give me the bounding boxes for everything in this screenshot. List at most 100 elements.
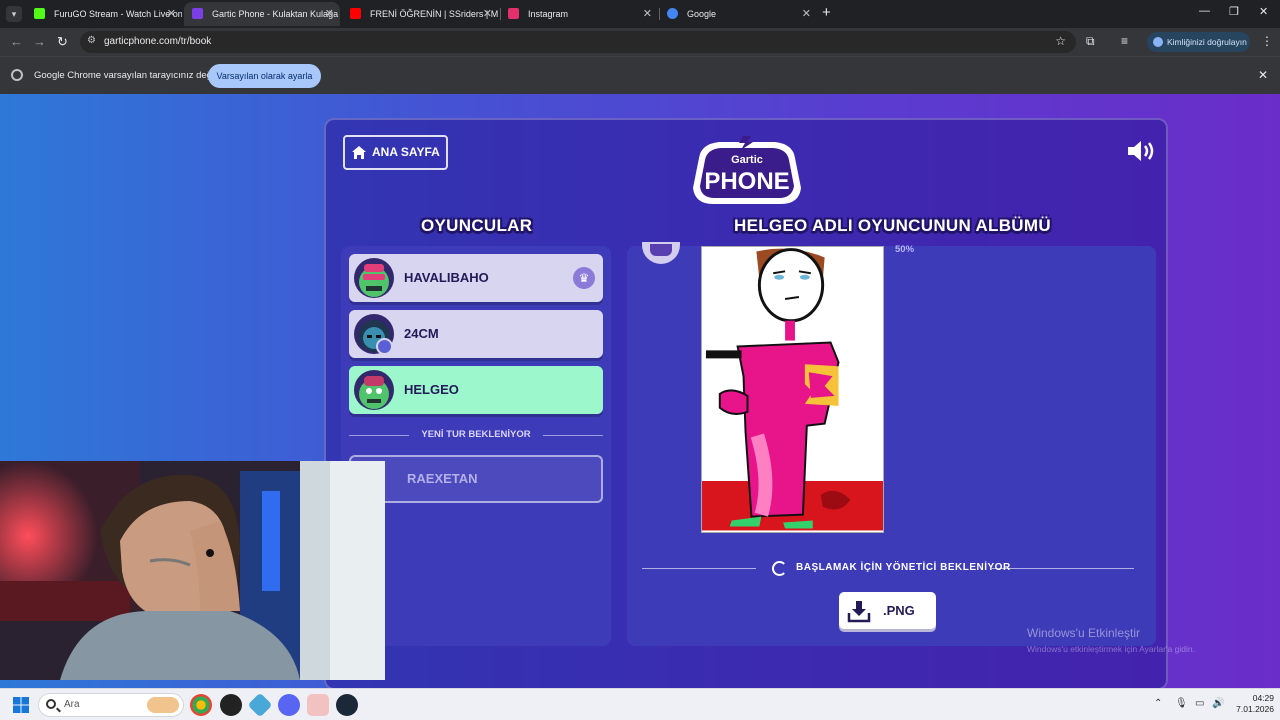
chrome-menu-icon[interactable]: ⋮ bbox=[1261, 34, 1273, 48]
tab-title: Gartic Phone - Kulaktan Kulağa bbox=[212, 9, 339, 19]
speaker-icon[interactable] bbox=[1126, 139, 1158, 163]
youtube-favicon-icon bbox=[350, 8, 361, 19]
microphone-icon[interactable]: 🎙 bbox=[1175, 698, 1188, 709]
player-card-host[interactable]: HAVALIBAHO ♛ bbox=[349, 254, 603, 302]
reading-list-icon[interactable]: ≡ bbox=[1121, 34, 1128, 48]
minimize-window-icon[interactable]: — bbox=[1199, 5, 1210, 17]
start-status-text: BAŞLAMAK İÇİN YÖNETİCİ BEKLENİYOR bbox=[796, 562, 1011, 573]
close-tab-icon[interactable]: ✕ bbox=[802, 2, 811, 26]
windows-activation-subtitle: Windows'u etkinleştirmek için Ayarlar'a … bbox=[1027, 644, 1195, 654]
download-png-button[interactable]: .PNG bbox=[839, 592, 936, 629]
url-text: garticphone.com/tr/book bbox=[104, 36, 212, 47]
active-app-taskbar-icon[interactable] bbox=[307, 694, 329, 716]
close-tab-icon[interactable]: ✕ bbox=[167, 2, 176, 26]
extensions-icon[interactable]: ⧉ bbox=[1086, 34, 1095, 49]
tab-title: Google bbox=[687, 9, 717, 19]
divider-line bbox=[543, 435, 603, 436]
chrome-taskbar-icon[interactable] bbox=[190, 694, 212, 716]
divider-line bbox=[642, 568, 756, 569]
tab-youtube[interactable]: FRENİ ÖĞRENİN | SSriders | Me ✕ bbox=[342, 2, 498, 26]
address-bar[interactable]: ⚙ garticphone.com/tr/book ☆ bbox=[80, 31, 1076, 53]
google-favicon-icon bbox=[667, 8, 678, 19]
album-drawing bbox=[701, 246, 884, 533]
browser-toolbar: ← → ↻ ⚙ garticphone.com/tr/book ☆ ⧉ ≡ Ki… bbox=[0, 28, 1280, 56]
restore-window-icon[interactable]: ❐ bbox=[1229, 5, 1239, 18]
windows-start-icon[interactable] bbox=[13, 697, 29, 713]
player-name: HAVALIBAHO bbox=[404, 270, 489, 285]
tab-instagram[interactable]: Instagram ✕ bbox=[500, 2, 658, 26]
home-button[interactable]: ANA SAYFA bbox=[343, 135, 448, 170]
crown-icon: ♛ bbox=[573, 267, 595, 289]
network-icon[interactable]: ▭ bbox=[1195, 698, 1204, 709]
player-card-self[interactable]: HELGEO bbox=[349, 366, 603, 414]
spectator-badge-icon bbox=[376, 338, 393, 355]
loading-spinner-icon bbox=[772, 561, 787, 576]
divider-line bbox=[992, 568, 1134, 569]
profile-icon bbox=[1153, 37, 1163, 47]
tab-furugo[interactable]: FuruGO Stream - Watch Live on ✕ bbox=[26, 2, 182, 26]
kick-favicon-icon bbox=[34, 8, 45, 19]
instagram-favicon-icon bbox=[508, 8, 519, 19]
verify-identity-button[interactable]: Kimliğinizi doğrulayın bbox=[1147, 32, 1250, 52]
players-heading: OYUNCULAR bbox=[421, 216, 533, 235]
bookmark-star-icon[interactable]: ☆ bbox=[1055, 34, 1066, 48]
steam-taskbar-icon[interactable] bbox=[336, 694, 358, 716]
download-label: .PNG bbox=[883, 603, 915, 618]
close-window-icon[interactable]: ✕ bbox=[1259, 5, 1268, 18]
webcam-feed-image bbox=[0, 461, 385, 680]
zombie-sunglasses-avatar-icon bbox=[359, 264, 389, 297]
search-icon bbox=[46, 699, 56, 709]
close-tab-icon[interactable]: ✕ bbox=[643, 2, 652, 26]
close-tab-icon[interactable]: ✕ bbox=[325, 2, 334, 26]
tray-overflow-icon[interactable]: ⌃ bbox=[1154, 698, 1162, 709]
windows-taskbar: Ara ⌃ 🎙 ▭ 🔊 04:29 7.01.2026 bbox=[0, 688, 1280, 720]
tab-google[interactable]: Google ✕ bbox=[659, 2, 817, 26]
taskbar-clock[interactable]: 04:29 7.01.2026 bbox=[1228, 693, 1274, 715]
progress-label: 50% bbox=[895, 244, 915, 255]
logo-bottom-text: PHONE bbox=[704, 168, 789, 195]
back-arrow-icon[interactable]: ← bbox=[10, 34, 23, 49]
reload-icon[interactable]: ↻ bbox=[57, 34, 68, 50]
infobar-message: Google Chrome varsayılan tarayıcınız değ… bbox=[34, 70, 217, 81]
close-tab-icon[interactable]: ✕ bbox=[483, 2, 492, 26]
download-icon bbox=[847, 601, 871, 623]
player-name: 24CM bbox=[404, 326, 439, 341]
tab-title: FRENİ ÖĞRENİN | SSriders | Me bbox=[370, 9, 498, 19]
forward-arrow-icon[interactable]: → bbox=[33, 34, 46, 49]
set-default-button[interactable]: Varsayılan olarak ayarla bbox=[208, 64, 321, 88]
volume-icon[interactable]: 🔊 bbox=[1212, 698, 1224, 709]
zombie-avatar-icon bbox=[359, 376, 389, 409]
taskbar-search[interactable]: Ara bbox=[38, 693, 184, 717]
webcam-overlay bbox=[0, 461, 385, 680]
clock-time: 04:29 bbox=[1252, 693, 1274, 703]
app-taskbar-icon[interactable] bbox=[247, 692, 273, 718]
gartic-phone-logo: Gartic PHONE bbox=[693, 136, 801, 204]
verify-label: Kimliğinizi doğrulayın bbox=[1167, 37, 1247, 47]
start-status-row: BAŞLAMAK İÇİN YÖNETİCİ BEKLENİYOR bbox=[642, 560, 1134, 576]
chrome-icon bbox=[11, 69, 23, 81]
player-avatar bbox=[354, 258, 394, 298]
tab-title: FuruGO Stream - Watch Live on bbox=[54, 9, 182, 19]
search-highlight-image bbox=[147, 697, 179, 713]
player-name: HELGEO bbox=[404, 382, 459, 397]
new-tab-button[interactable]: + bbox=[822, 4, 831, 21]
player-card[interactable]: 24CM bbox=[349, 310, 603, 358]
player-avatar bbox=[354, 370, 394, 410]
tab-strip: ▾ FuruGO Stream - Watch Live on ✕ Gartic… bbox=[0, 0, 1280, 28]
site-info-icon[interactable]: ⚙ bbox=[87, 35, 96, 46]
clock-date: 7.01.2026 bbox=[1236, 704, 1274, 714]
discord-taskbar-icon[interactable] bbox=[278, 694, 300, 716]
search-label: Ara bbox=[64, 699, 80, 710]
player-name: RAEXETAN bbox=[407, 471, 478, 486]
gartic-favicon-icon bbox=[192, 8, 203, 19]
tab-search-button[interactable]: ▾ bbox=[6, 6, 22, 22]
new-round-divider: YENİ TUR BEKLENİYOR bbox=[349, 428, 603, 442]
tab-gartic[interactable]: Gartic Phone - Kulaktan Kulağa ✕ bbox=[184, 2, 340, 26]
waiting-player-card[interactable]: RAEXETAN bbox=[349, 455, 603, 503]
album-heading: HELGEO ADLI OYUNCUNUN ALBÜMÜ bbox=[734, 216, 1051, 235]
windows-activation-title: Windows'u Etkinleştir bbox=[1027, 626, 1140, 640]
close-infobar-icon[interactable]: ✕ bbox=[1258, 68, 1268, 82]
logo-top-text: Gartic bbox=[731, 154, 763, 166]
obs-taskbar-icon[interactable] bbox=[220, 694, 242, 716]
home-button-label: ANA SAYFA bbox=[372, 145, 440, 159]
